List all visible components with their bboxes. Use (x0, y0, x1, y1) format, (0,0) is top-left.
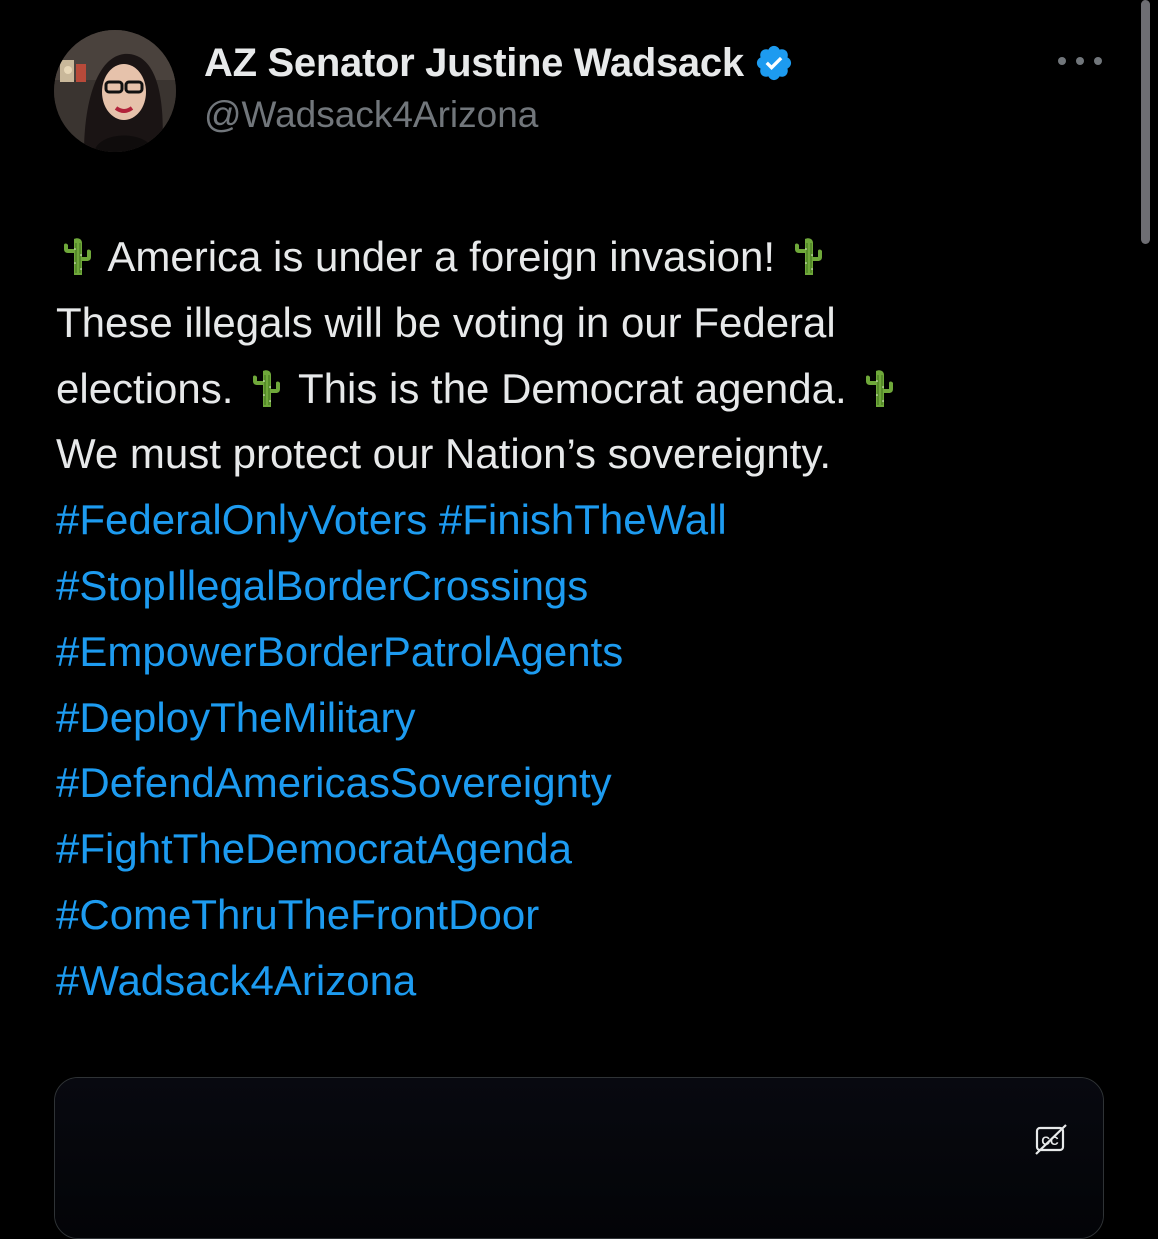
more-dot (1094, 57, 1102, 65)
cactus-icon (787, 232, 829, 276)
hashtag-link[interactable]: #StopIllegalBorderCrossings (56, 562, 588, 609)
hashtag-link[interactable]: #EmpowerBorderPatrolAgents (56, 628, 623, 675)
more-dot (1076, 57, 1084, 65)
tweet-line: #DeployTheMilitary (56, 685, 1106, 751)
tweet-text-segment: elections. (56, 364, 246, 412)
hashtag-link[interactable]: #ComeThruTheFrontDoor (56, 891, 539, 938)
hashtag-link[interactable]: #Wadsack4Arizona (56, 957, 416, 1004)
tweet-line: #DefendAmericasSovereignty (56, 750, 1106, 816)
author-avatar[interactable] (54, 30, 176, 152)
hashtag-link[interactable]: #FederalOnlyVoters (56, 496, 427, 543)
more-options-icon[interactable] (1058, 46, 1102, 76)
cactus-icon (245, 364, 287, 408)
more-dot (1058, 57, 1066, 65)
tweet-line: #EmpowerBorderPatrolAgents (56, 619, 1106, 685)
avatar-image (54, 30, 176, 152)
author-display-name-row[interactable]: AZ Senator Justine Wadsack (204, 36, 794, 90)
video-preview[interactable] (55, 1078, 1103, 1238)
tweet-text-segment: This is the Democrat agenda. (287, 364, 859, 412)
verified-badge-icon (756, 45, 791, 81)
tweet-text-segment: These illegals will be voting in our Fed… (56, 298, 836, 346)
author-display-name[interactable]: AZ Senator Justine Wadsack (204, 41, 744, 86)
tweet-line: #FightTheDemocratAgenda (56, 816, 1106, 882)
tweet-line: These illegals will be voting in our Fed… (56, 290, 1106, 356)
tweet-line: #FederalOnlyVoters #FinishTheWall (56, 487, 1106, 553)
tweet-line: America is under a foreign invasion! (56, 224, 1106, 290)
cactus-icon (56, 232, 98, 276)
tweet-line: We must protect our Nation’s sovereignty… (56, 421, 1106, 487)
media-video-card[interactable]: CC (54, 1077, 1104, 1239)
tweet-line: #StopIllegalBorderCrossings (56, 553, 1106, 619)
tweet-line: #ComeThruTheFrontDoor (56, 882, 1106, 948)
hashtag-link[interactable]: #DefendAmericasSovereignty (56, 759, 612, 806)
hashtag-link[interactable]: #FinishTheWall (439, 496, 727, 543)
tweet-line: elections. This is the Democrat agenda. (56, 356, 1106, 422)
tweet-text: America is under a foreign invasion! The… (56, 224, 1106, 1014)
tweet-text-segment: America is under a foreign invasion! (98, 233, 787, 280)
closed-captions-off-icon[interactable]: CC (1033, 1122, 1069, 1158)
author-handle[interactable]: @Wadsack4Arizona (204, 94, 538, 136)
cactus-icon (858, 364, 900, 408)
tweet-text-segment (427, 496, 439, 543)
tweet-text-segment: We must protect our Nation’s sovereignty… (56, 430, 832, 478)
hashtag-link[interactable]: #DeployTheMilitary (56, 694, 415, 741)
scrollbar-thumb[interactable] (1141, 0, 1150, 244)
tweet-line: #Wadsack4Arizona (56, 948, 1106, 1014)
hashtag-link[interactable]: #FightTheDemocratAgenda (56, 825, 572, 872)
